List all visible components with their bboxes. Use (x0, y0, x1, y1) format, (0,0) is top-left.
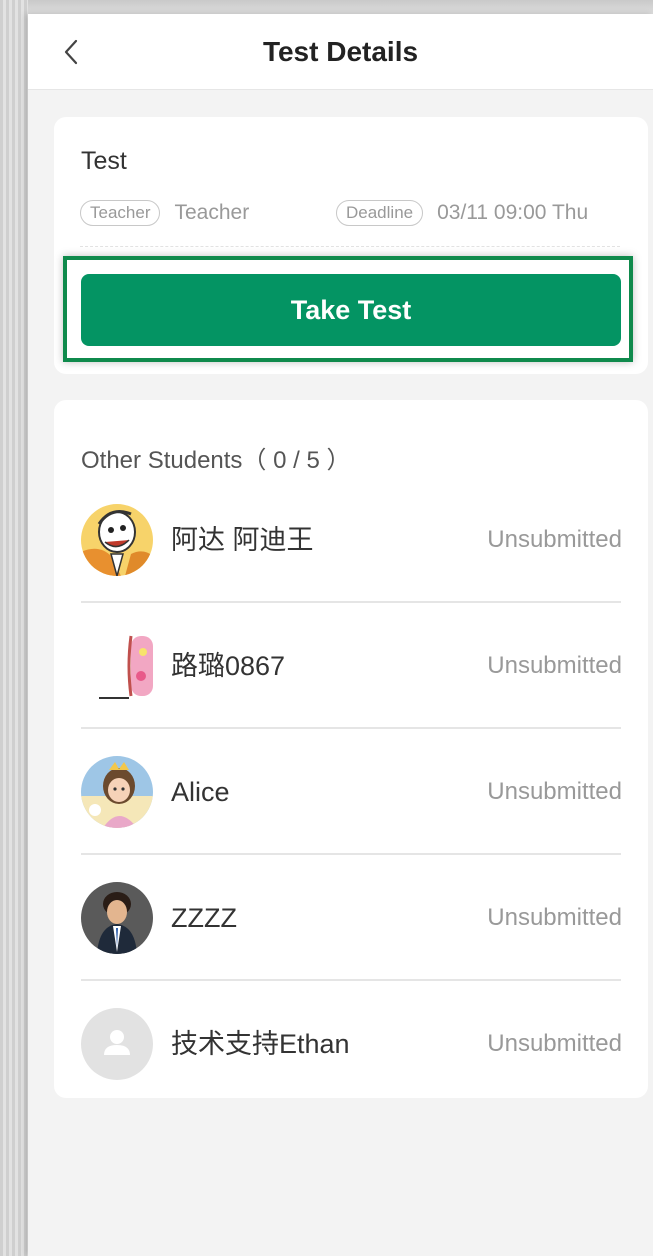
student-name: 路璐0867 (171, 651, 286, 681)
avatar (81, 756, 153, 828)
student-name: 技术支持Ethan (171, 1029, 350, 1059)
teacher-meta: Teacher Teacher (80, 200, 249, 226)
submission-status: Unsubmitted (487, 652, 622, 679)
teacher-tag: Teacher (80, 200, 161, 226)
dashed-divider (80, 246, 620, 247)
list-item[interactable]: ZZZZ Unsubmitted (54, 855, 648, 981)
top-bar: Test Details (28, 14, 653, 90)
avatar (81, 504, 153, 576)
take-test-button[interactable]: Take Test (81, 274, 621, 346)
submission-status: Unsubmitted (487, 526, 622, 553)
window-frame-left (0, 0, 28, 1256)
submission-status: Unsubmitted (487, 904, 622, 931)
student-name: Alice (171, 777, 230, 807)
window-frame-top (0, 0, 653, 14)
list-item[interactable]: Alice Unsubmitted (54, 729, 648, 855)
chevron-left-icon[interactable] (56, 32, 86, 72)
default-user-avatar (81, 1008, 153, 1080)
submission-status: Unsubmitted (487, 1030, 622, 1057)
list-item[interactable]: 路璐0867 Unsubmitted (54, 603, 648, 729)
avatar (81, 630, 153, 702)
page-title: Test Details (262, 36, 419, 67)
student-name: 阿达 阿迪王 (171, 525, 314, 555)
other-students-card: Other Students（ 0 / 5 ） 阿达 阿迪王 Unsubmitt… (54, 400, 648, 1098)
submission-status: Unsubmitted (487, 778, 622, 805)
deadline-value: 03/11 09:00 Thu (437, 201, 589, 224)
teacher-name: Teacher (174, 201, 250, 224)
list-item[interactable]: 技术支持Ethan Unsubmitted (54, 981, 648, 1107)
test-title: Test (81, 147, 127, 175)
students-header: Other Students（ 0 / 5 ） (81, 447, 351, 474)
app-screen: Test Details Test Teacher Teacher Deadli… (28, 14, 653, 1256)
deadline-meta: Deadline 03/11 09:00 Thu (336, 200, 588, 226)
avatar (81, 882, 153, 954)
deadline-tag: Deadline (336, 200, 424, 226)
student-name: ZZZZ (171, 903, 237, 933)
list-item[interactable]: 阿达 阿迪王 Unsubmitted (54, 477, 648, 603)
